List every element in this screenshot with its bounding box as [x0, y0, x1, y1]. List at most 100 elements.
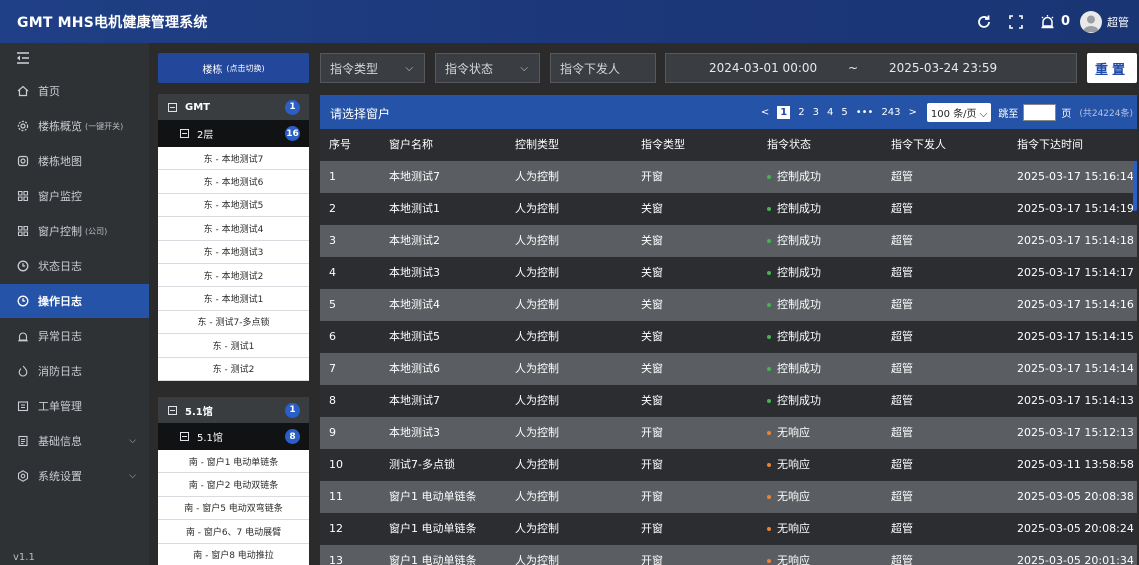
column-header[interactable]: 序号 — [329, 129, 351, 161]
sidebar-item-3[interactable]: 楼栋地图 — [0, 144, 149, 178]
table-row[interactable]: 2 本地测试1 人为控制 关窗 控制成功 超管 2025-03-17 15:14:19 — [320, 193, 1137, 225]
menu-collapse-icon[interactable] — [16, 52, 32, 66]
table-cell: 无响应 — [767, 449, 810, 481]
user-name[interactable]: 超管 — [1107, 14, 1129, 30]
table-row[interactable]: 4 本地测试3 人为控制 关窗 控制成功 超管 2025-03-17 15:14:17 — [320, 257, 1137, 289]
window-list-item[interactable]: 东 - 本地测试4 — [158, 217, 309, 241]
window-list-item[interactable]: 南 - 窗户2 电动双链条 — [158, 473, 309, 497]
sidebar-item-12[interactable]: 系统设置 ⌵ — [0, 459, 149, 493]
window-list-item[interactable]: 南 - 窗户8 电动推拉 — [158, 543, 309, 565]
table-row[interactable]: 9 本地测试3 人为控制 开窗 无响应 超管 2025-03-17 15:12:13 — [320, 417, 1137, 449]
date-end[interactable]: 2025-03-24 23:59 — [889, 61, 997, 75]
table-row[interactable]: 8 本地测试7 人为控制 关窗 控制成功 超管 2025-03-17 15:14:13 — [320, 385, 1137, 417]
building-node[interactable]: 5.1馆 1 — [158, 397, 309, 423]
table-row[interactable]: 11 窗户1 电动单链条 人为控制 开窗 无响应 超管 2025-03-05 20:08:3… — [320, 481, 1137, 513]
building-node[interactable]: GMT 1 — [158, 94, 309, 120]
page-button[interactable]: 2 — [798, 107, 804, 118]
sidebar-item-7[interactable]: 操作日志 — [0, 284, 149, 318]
column-header[interactable]: 控制类型 — [515, 129, 559, 161]
status-text: 控制成功 — [777, 170, 821, 183]
window-list-item[interactable]: 东 - 本地测试2 — [158, 263, 309, 288]
table-header: 序号 窗户名称 控制类型 指令类型 指令状态 指令下发人 指令下达时间 — [320, 129, 1137, 161]
sidebar-item-10[interactable]: 工单管理 — [0, 389, 149, 423]
table-row[interactable]: 10 测试7-多点锁 人为控制 开窗 无响应 超管 2025-03-11 13:58:58 — [320, 449, 1137, 481]
reset-button[interactable]: 重置 — [1087, 53, 1137, 83]
date-range-picker[interactable]: 2024-03-01 00:00 ~ 2025-03-24 23:59 — [665, 53, 1077, 83]
sidebar-item-4[interactable]: 窗户监控 — [0, 179, 149, 213]
window-list-item[interactable]: 东 - 本地测试3 — [158, 240, 309, 264]
table-row[interactable]: 12 窗户1 电动单链条 人为控制 开窗 无响应 超管 2025-03-05 20:08:2… — [320, 513, 1137, 545]
status-text: 控制成功 — [777, 394, 821, 407]
sidebar-item-label: 系统设置 — [38, 470, 82, 483]
refresh-icon[interactable] — [973, 11, 995, 33]
column-header[interactable]: 指令状态 — [767, 129, 811, 161]
window-list-item[interactable]: 东 - 本地测试1 — [158, 287, 309, 311]
sidebar-item-8[interactable]: 异常日志 — [0, 319, 149, 353]
chevron-down-icon: ⌵ — [979, 109, 988, 120]
status-dot-icon — [767, 399, 771, 403]
page-button[interactable]: 4 — [827, 107, 833, 118]
sidebar-item-1[interactable]: 首页 — [0, 74, 149, 108]
page-button[interactable]: 3 — [813, 107, 819, 118]
table-cell: 1 — [329, 170, 336, 183]
window-list-item[interactable]: 南 - 窗户1 电动单链条 — [158, 450, 309, 474]
table-cell: 人为控制 — [515, 362, 559, 375]
table-row[interactable]: 7 本地测试6 人为控制 关窗 控制成功 超管 2025-03-17 15:14:14 — [320, 353, 1137, 385]
sidebar-item-5[interactable]: 窗户控制 (公司) — [0, 214, 149, 248]
window-list-item[interactable]: 东 - 测试1 — [158, 334, 309, 358]
column-header[interactable]: 窗户名称 — [389, 129, 433, 161]
alarm-bell-icon[interactable] — [1037, 11, 1059, 33]
column-header[interactable]: 指令下发人 — [891, 129, 946, 161]
command-status-select[interactable]: 指令状态 ⌵ — [435, 53, 540, 83]
sidebar-item-6[interactable]: 状态日志 — [0, 249, 149, 283]
window-list-item[interactable]: 东 - 本地测试6 — [158, 170, 309, 194]
page-size-select[interactable]: 100 条/页 ⌵ — [926, 103, 992, 122]
window-list-item[interactable]: 东 - 测试2 — [158, 357, 309, 381]
collapse-square-icon[interactable] — [168, 405, 177, 415]
jump-page-input[interactable] — [1023, 104, 1057, 121]
window-list-item[interactable]: 东 - 本地测试5 — [158, 193, 309, 218]
next-page-button[interactable]: > — [909, 107, 917, 118]
table-row[interactable]: 3 本地测试2 人为控制 关窗 控制成功 超管 2025-03-17 15:14:18 — [320, 225, 1137, 257]
sidebar-item-11[interactable]: 基础信息 ⌵ — [0, 424, 149, 458]
table-cell: 2025-03-11 13:58:58 — [1017, 458, 1134, 471]
page-button[interactable]: 5 — [841, 107, 847, 118]
page-button[interactable]: 243 — [881, 107, 900, 118]
sidebar-item-2[interactable]: 楼栋概览 (一键开关) — [0, 109, 149, 143]
chevron-down-icon: ⌵ — [405, 62, 413, 74]
command-type-select[interactable]: 指令类型 ⌵ — [320, 53, 425, 83]
prev-page-button[interactable]: < — [761, 107, 769, 118]
table-cell: 控制成功 — [767, 353, 821, 385]
table-scrollbar[interactable] — [1133, 161, 1137, 211]
window-list-item[interactable]: 南 - 窗户6、7 电动展臂 — [158, 520, 309, 544]
clock-icon — [16, 294, 30, 308]
more-pages-button[interactable]: ••• — [856, 107, 874, 118]
date-start[interactable]: 2024-03-01 00:00 — [709, 61, 817, 75]
table-row[interactable]: 1 本地测试7 人为控制 开窗 控制成功 超管 2025-03-17 15:16:14 — [320, 161, 1137, 193]
table-row[interactable]: 13 窗户1 电动单链条 人为控制 开窗 无响应 超管 2025-03-05 20:01:3… — [320, 545, 1137, 565]
status-text: 控制成功 — [777, 330, 821, 343]
column-header[interactable]: 指令下达时间 — [1017, 129, 1083, 161]
building-switch-button[interactable]: 楼栋 (点击切换) — [158, 53, 309, 83]
floor-node[interactable]: 5.1馆 8 — [158, 423, 309, 450]
table-cell: 8 — [329, 394, 336, 407]
collapse-square-icon[interactable] — [180, 432, 189, 441]
issuer-input[interactable]: 指令下发人 — [550, 53, 656, 83]
user-avatar-icon[interactable] — [1080, 10, 1102, 33]
window-list-item[interactable]: 东 - 测试7-多点锁 — [158, 310, 309, 335]
table-row[interactable]: 6 本地测试5 人为控制 关窗 控制成功 超管 2025-03-17 15:14:15 — [320, 321, 1137, 353]
collapse-square-icon[interactable] — [180, 129, 189, 138]
status-dot-icon — [767, 431, 771, 435]
page-button[interactable]: 1 — [777, 106, 791, 119]
window-list-item[interactable]: 南 - 窗户5 电动双弯链条 — [158, 496, 309, 521]
column-header[interactable]: 指令类型 — [641, 129, 685, 161]
sidebar-item-label: 操作日志 — [38, 295, 82, 308]
collapse-square-icon[interactable] — [168, 102, 177, 112]
sidebar-item-9[interactable]: 消防日志 — [0, 354, 149, 388]
building-name: 5.1馆 — [185, 406, 213, 418]
table-cell: 超管 — [891, 234, 913, 247]
fullscreen-icon[interactable] — [1005, 11, 1027, 33]
floor-node[interactable]: 2层 16 — [158, 120, 309, 147]
table-row[interactable]: 5 本地测试4 人为控制 关窗 控制成功 超管 2025-03-17 15:14:16 — [320, 289, 1137, 321]
window-list-item[interactable]: 东 - 本地测试7 — [158, 147, 309, 171]
